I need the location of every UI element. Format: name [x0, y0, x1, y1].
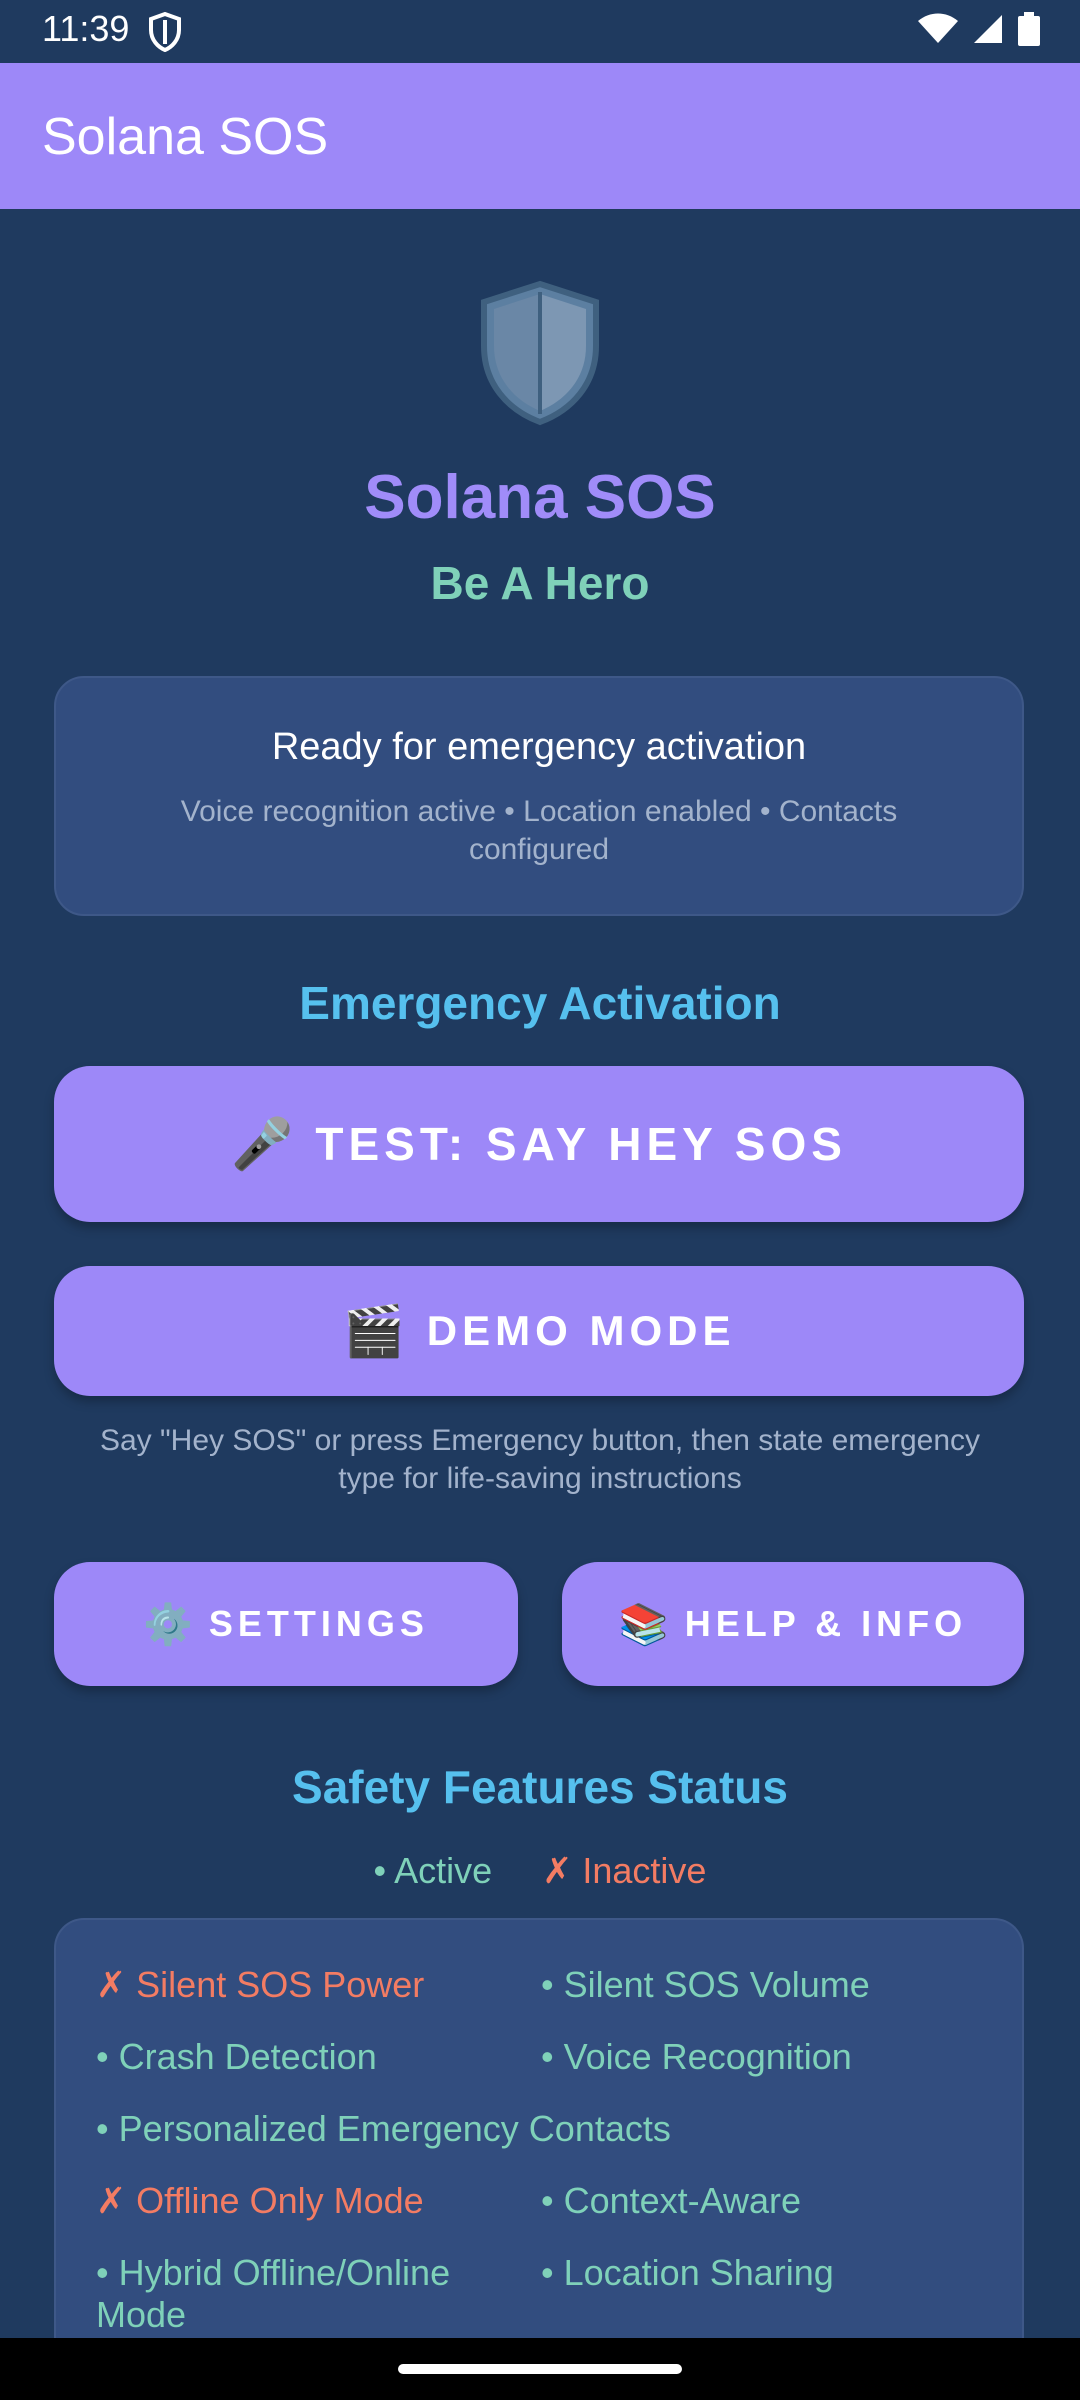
legend-inactive: ✗ Inactive — [542, 1850, 707, 1891]
feature-location-sharing: • Location Sharing — [541, 2252, 834, 2293]
hero-subtitle: Be A Hero — [430, 557, 650, 609]
safety-section-title: Safety Features Status — [292, 1761, 788, 1813]
signal-icon — [974, 15, 1002, 43]
status-legend: • Active ✗ Inactive — [0, 1850, 1080, 1892]
demo-mode-button[interactable]: 🎬 DEMO MODE — [54, 1266, 1024, 1396]
legend-active: • Active — [373, 1850, 493, 1891]
status-headline: Ready for emergency activation — [271, 726, 807, 768]
test-hey-sos-label: TEST: SAY HEY SOS — [315, 1118, 847, 1170]
feature-silent-sos-volume: • Silent SOS Volume — [541, 1964, 870, 2005]
home-gesture-handle[interactable] — [398, 2364, 682, 2374]
activation-hint: Say "Hey SOS" or press Emergency button,… — [99, 1424, 981, 1495]
feature-personalized-emergency-contacts: • Personalized Emergency Contacts — [96, 2108, 671, 2149]
navigation-bar — [0, 2338, 1080, 2400]
help-info-label: HELP & INFO — [684, 1603, 968, 1644]
shield-icon — [481, 280, 599, 426]
emergency-section-title: Emergency Activation — [299, 977, 781, 1029]
status-card: Ready for emergency activation Voice rec… — [54, 676, 1024, 916]
books-icon: 📚 — [618, 1602, 669, 1647]
clapperboard-icon: 🎬 — [342, 1302, 405, 1359]
hero-title: Solana SOS — [364, 463, 716, 532]
feature-silent-sos-power: ✗ Silent SOS Power — [96, 1964, 425, 2005]
microphone-icon: 🎤 — [231, 1115, 294, 1172]
help-info-button[interactable]: 📚 HELP & INFO — [562, 1562, 1024, 1686]
status-detail: Voice recognition active • Location enab… — [180, 795, 898, 866]
feature-offline-only-mode: ✗ Offline Only Mode — [96, 2180, 424, 2221]
battery-icon — [1018, 12, 1040, 46]
wifi-icon — [918, 13, 958, 43]
gear-icon: ⚙️ — [143, 1602, 193, 1647]
status-icons — [918, 12, 1040, 46]
app-bar: Solana SOS — [0, 63, 1080, 209]
shield-icon — [149, 12, 181, 52]
settings-label: SETTINGS — [208, 1603, 429, 1644]
status-bar: 11:39 — [0, 0, 1080, 63]
feature-crash-detection: • Crash Detection — [96, 2036, 377, 2077]
test-hey-sos-button[interactable]: 🎤 TEST: SAY HEY SOS — [54, 1066, 1024, 1222]
feature-hybrid-mode: • Hybrid Offline/Online Mode — [96, 2252, 451, 2335]
status-time: 11:39 — [42, 8, 130, 49]
feature-context-aware: • Context-Aware — [541, 2180, 802, 2221]
feature-voice-recognition: • Voice Recognition — [541, 2036, 852, 2077]
app-bar-title: Solana SOS — [42, 108, 329, 166]
demo-mode-label: DEMO MODE — [426, 1307, 736, 1354]
features-card: ✗ Silent SOS Power • Silent SOS Volume •… — [54, 1918, 1024, 2338]
settings-button[interactable]: ⚙️ SETTINGS — [54, 1562, 518, 1686]
